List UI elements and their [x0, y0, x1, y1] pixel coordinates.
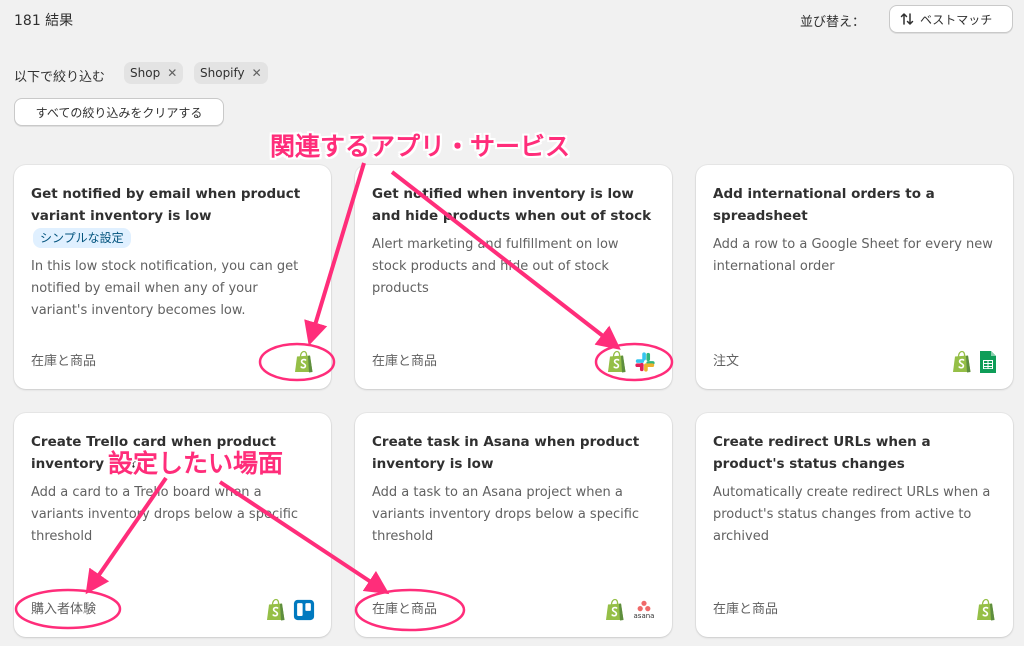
template-card[interactable]: Create redirect URLs when a product's st… — [696, 413, 1013, 637]
card-title: Get notified by email when product varia… — [31, 183, 314, 249]
sort-button[interactable]: ベストマッチ — [889, 5, 1013, 33]
card-description: Add a card to a Trello board when a vari… — [31, 485, 299, 544]
card-category: 在庫と商品 — [372, 354, 438, 369]
card-description: Add a task to an Asana project when a va… — [372, 485, 640, 544]
card-description: In this low stock notification, you can … — [31, 259, 299, 318]
card-category: 在庫と商品 — [372, 602, 438, 617]
shopify-icon — [608, 350, 626, 373]
shopify-icon — [953, 350, 971, 373]
slack-icon — [635, 352, 655, 372]
card-description: Automatically create redirect URLs when … — [713, 485, 991, 544]
card-title-text: Get notified by email when product varia… — [31, 186, 301, 224]
filter-tag-shopify: Shopify ✕ — [194, 62, 268, 84]
sort-button-label: ベストマッチ — [920, 12, 993, 27]
trello-icon — [293, 599, 315, 621]
clear-filters-button[interactable]: すべての絞り込みをクリアする — [14, 98, 224, 126]
annotation-related-apps: 関連するアプリ・サービス — [270, 132, 571, 161]
card-category: 注文 — [713, 354, 740, 369]
results-header: 181 結果 並び替え： ベストマッチ — [0, 0, 1024, 40]
template-card[interactable]: Get notified when inventory is low and h… — [355, 165, 672, 389]
shopify-icon — [977, 598, 995, 621]
filter-tag-shop: Shop ✕ — [124, 62, 184, 84]
filter-tag-label: Shopify — [200, 66, 245, 80]
card-category: 在庫と商品 — [31, 354, 97, 369]
template-card[interactable]: Add international orders to a spreadshee… — [696, 165, 1013, 389]
result-count: 181 結果 — [14, 13, 74, 29]
google-sheets-icon — [980, 351, 996, 373]
card-app-icons: asana — [604, 598, 656, 622]
shopify-icon — [267, 598, 285, 621]
filter-tag-label: Shop — [130, 66, 161, 80]
template-card[interactable]: Create task in Asana when product invent… — [355, 413, 672, 637]
card-app-icons — [293, 350, 315, 374]
simple-setup-badge: シンプルな設定 — [33, 228, 131, 248]
card-description: Alert marketing and fulfillment on low s… — [372, 237, 619, 296]
remove-tag-icon[interactable]: ✕ — [167, 66, 177, 80]
card-app-icons — [606, 350, 656, 374]
card-title: Create redirect URLs when a product's st… — [713, 434, 931, 472]
card-app-icons — [951, 350, 997, 374]
card-app-icons — [265, 598, 315, 622]
asana-dots — [637, 600, 651, 612]
card-title: Add international orders to a spreadshee… — [713, 186, 935, 224]
card-description: Add a row to a Google Sheet for every ne… — [713, 237, 993, 274]
asana-icon: asana — [632, 600, 656, 620]
card-category: 購入者体験 — [31, 602, 97, 617]
card-category: 在庫と商品 — [713, 602, 779, 617]
card-title: Create task in Asana when product invent… — [372, 434, 640, 472]
sort-arrows-icon — [900, 13, 914, 25]
card-app-icons — [975, 598, 997, 622]
asana-wordmark: asana — [633, 612, 655, 620]
filter-label: 以下で絞り込む — [14, 70, 106, 85]
card-title: Get notified when inventory is low and h… — [372, 186, 652, 224]
shopify-icon — [606, 598, 624, 621]
annotation-target-scene: 設定したい場面 — [108, 449, 284, 478]
shopify-icon — [295, 350, 313, 373]
sort-label: 並び替え： — [800, 15, 866, 30]
template-card[interactable]: Get notified by email when product varia… — [14, 165, 331, 389]
remove-tag-icon[interactable]: ✕ — [252, 66, 262, 80]
